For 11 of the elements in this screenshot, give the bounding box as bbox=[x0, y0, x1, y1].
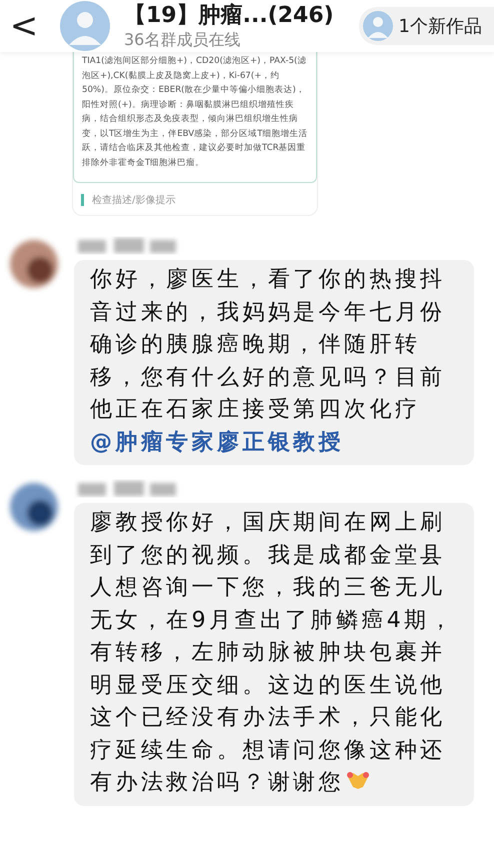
message-text: 廖教授你好，国庆期间在网上刷到了您的视频。我是成都金堂县人想咨询一下您，我的三爸无儿无女，在9月查出了肺鳞癌4期，有转移，左肺动脉被肿块包裹并明显受压交细。这边的医生说他这个已经没有办法手术，只能化疗延续生命。想请问您像这种还有办法救治吗？谢谢您 bbox=[90, 509, 456, 797]
report-text: TIA1(滤泡间区部分细胞+)，CD20(滤泡区+)，PAX-5(滤泡区+),CK(黏膜上皮及隐窝上皮+)，Ki-67(+，约50%)。原位杂交：EBER(散在少量中等偏小细胞表达)，阳性对照(+)。病理诊断：鼻咽黏膜淋巴组织增殖性疾病，结合组织形态及免疫表型，倾向淋巴组织增生性病变，以T区增生为主，伴EBV感染，部分区域T细胞增生活跃，请结合临床及其他检查，建议必要时加做TCR基因重排除外非霍奇金T细胞淋巴瘤。 bbox=[73, 52, 317, 183]
section-label: 检查描述/影像提示 bbox=[92, 194, 176, 207]
message-text: 你好，廖医生，看了你的热搜抖音过来的，我妈妈是今年七月份确诊的胰腺癌晚期，伴随肝转移，您有什么好的意见吗？目前他正在石家庄接受第四次化疗 @肿瘤专家廖正银教授 bbox=[90, 266, 447, 456]
mention-link[interactable]: @肿瘤专家廖正银教授 bbox=[90, 430, 344, 454]
new-works-button[interactable]: 1个新作品 bbox=[358, 7, 494, 45]
avatar-icon bbox=[362, 11, 393, 41]
section-marker bbox=[81, 194, 84, 206]
chat-title: 【19】肿瘤...(246) bbox=[124, 2, 335, 30]
back-icon[interactable]: < bbox=[0, 9, 48, 43]
online-count: 36名群成员在线 bbox=[124, 30, 242, 50]
